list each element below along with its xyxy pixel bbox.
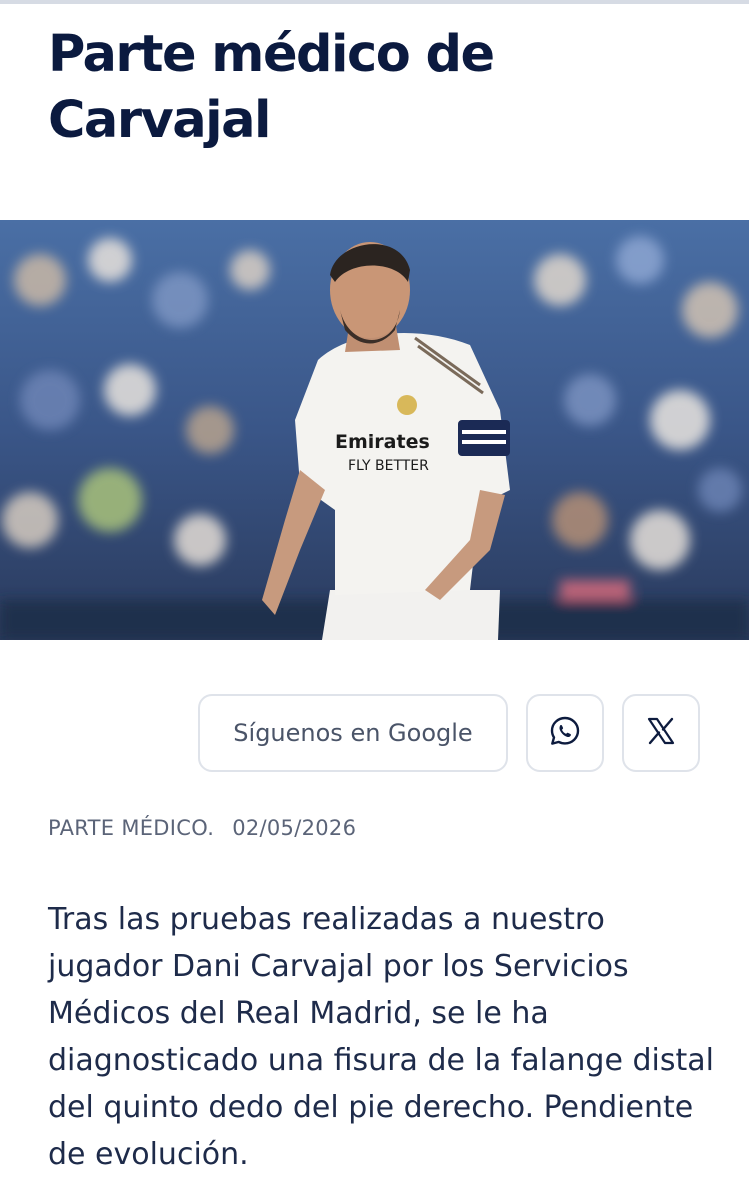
x-share-button[interactable]	[622, 694, 700, 772]
whatsapp-icon	[548, 714, 582, 752]
follow-google-button[interactable]: Síguenos en Google	[198, 694, 508, 772]
hero-image: Emirates FLY BETTER	[0, 220, 749, 640]
article-meta: PARTE MÉDICO. 02/05/2026	[48, 816, 356, 840]
svg-text:Emirates: Emirates	[335, 431, 430, 453]
share-row: Síguenos en Google	[0, 694, 749, 774]
article-body: Tras las pruebas realizadas a nuestro ju…	[48, 902, 714, 1172]
x-icon	[645, 715, 677, 751]
article-category: PARTE MÉDICO.	[48, 816, 215, 840]
top-divider	[0, 0, 749, 4]
svg-text:FLY BETTER: FLY BETTER	[348, 458, 429, 474]
article-date: 02/05/2026	[232, 816, 357, 840]
whatsapp-share-button[interactable]	[526, 694, 604, 772]
follow-google-label: Síguenos en Google	[233, 719, 473, 747]
page-title: Parte médico de Carvajal	[48, 25, 495, 150]
